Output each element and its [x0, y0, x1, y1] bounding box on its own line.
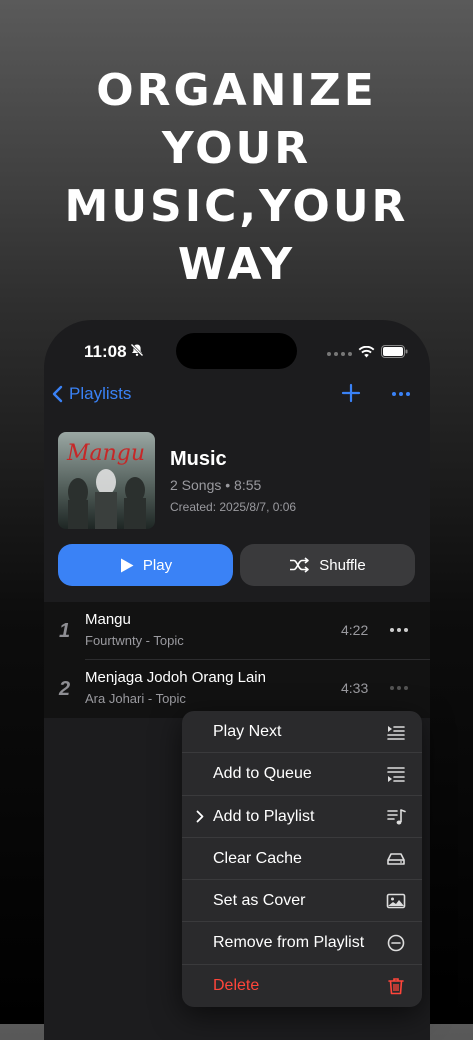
minus-circle-icon — [386, 933, 406, 953]
menu-item-add-to-queue[interactable]: Add to Queue — [182, 753, 422, 796]
trash-icon — [386, 976, 406, 996]
play-label: Play — [142, 556, 173, 574]
song-duration: 4:22 — [341, 622, 369, 638]
menu-item-label: Set as Cover — [213, 892, 306, 910]
menu-item-set-as-cover[interactable]: Set as Cover — [182, 880, 422, 923]
shuffle-button[interactable]: Shuffle — [240, 544, 415, 586]
menu-item-label: Delete — [213, 976, 260, 994]
menu-item-label: Add to Queue — [213, 765, 312, 783]
more-options-icon[interactable] — [392, 392, 410, 396]
song-number: 1 — [59, 620, 71, 642]
menu-item-label: Clear Cache — [213, 849, 302, 867]
wifi-icon — [358, 345, 375, 363]
menu-item-delete[interactable]: Delete — [182, 965, 422, 1007]
headline-line: MUSIC,YOUR — [64, 181, 409, 232]
playlist-title: Music — [170, 448, 227, 470]
bell-slash-icon — [130, 343, 144, 362]
song-more-icon[interactable] — [390, 686, 408, 690]
song-artist: Ara Johari - Topic — [85, 691, 186, 706]
headline-line: ORGANIZE — [96, 65, 377, 116]
headline-line: WAY — [177, 239, 296, 290]
menu-item-clear-cache[interactable]: Clear Cache — [182, 838, 422, 881]
chevron-right-icon — [196, 810, 204, 828]
shuffle-icon — [290, 557, 310, 573]
menu-item-label: Remove from Playlist — [213, 934, 365, 952]
playlist-created: Created: 2025/8/7, 0:06 — [170, 500, 297, 514]
cover-title: Mangu — [66, 441, 145, 466]
song-title: Mangu — [85, 611, 131, 628]
status-time: 11:08 — [84, 342, 127, 361]
play-button[interactable]: Play — [58, 544, 233, 586]
add-to-queue-icon — [386, 764, 406, 784]
headline-line: YOUR — [161, 123, 312, 174]
play-next-icon — [386, 722, 406, 742]
add-icon[interactable] — [340, 382, 362, 409]
music-list-icon — [386, 807, 406, 827]
song-row[interactable]: 1 Mangu Fourtwnty - Topic 4:22 — [44, 602, 430, 660]
menu-item-label: Play Next — [213, 723, 282, 740]
song-duration: 4:33 — [341, 680, 369, 696]
shuffle-label: Shuffle — [319, 556, 366, 574]
song-list: 1 Mangu Fourtwnty - Topic 4:22 2 Menjaga… — [44, 602, 430, 718]
status-indicators — [327, 345, 408, 363]
photo-icon — [386, 891, 406, 911]
drive-icon — [386, 849, 406, 869]
back-button[interactable]: Playlists — [52, 384, 131, 404]
song-more-icon[interactable] — [390, 628, 408, 632]
dynamic-island — [176, 333, 297, 369]
menu-item-play-next[interactable]: Play Next — [182, 711, 422, 754]
playlist-cover: Mangu — [58, 432, 155, 529]
menu-item-remove-from-playlist[interactable]: Remove from Playlist — [182, 922, 422, 965]
song-row[interactable]: 2 Menjaga Jodoh Orang Lain Ara Johari - … — [44, 660, 430, 717]
navigation-bar: Playlists — [44, 382, 430, 412]
headline: ORGANIZE YOUR MUSIC,YOUR WAY — [0, 62, 473, 294]
song-number: 2 — [59, 678, 71, 700]
battery-icon — [381, 345, 408, 363]
song-artist: Fourtwnty - Topic — [85, 633, 184, 648]
playlist-meta: 2 Songs • 8:55 — [170, 477, 262, 493]
chevron-left-icon — [52, 385, 63, 403]
play-icon — [120, 558, 134, 572]
song-title: Menjaga Jodoh Orang Lain — [85, 669, 266, 686]
cellular-icon — [327, 352, 352, 356]
context-menu: Play Next Add to Queue Add to Playlist C… — [182, 711, 422, 1007]
back-label: Playlists — [69, 384, 132, 403]
menu-item-add-to-playlist[interactable]: Add to Playlist — [182, 796, 422, 838]
menu-item-label: Add to Playlist — [213, 807, 315, 825]
